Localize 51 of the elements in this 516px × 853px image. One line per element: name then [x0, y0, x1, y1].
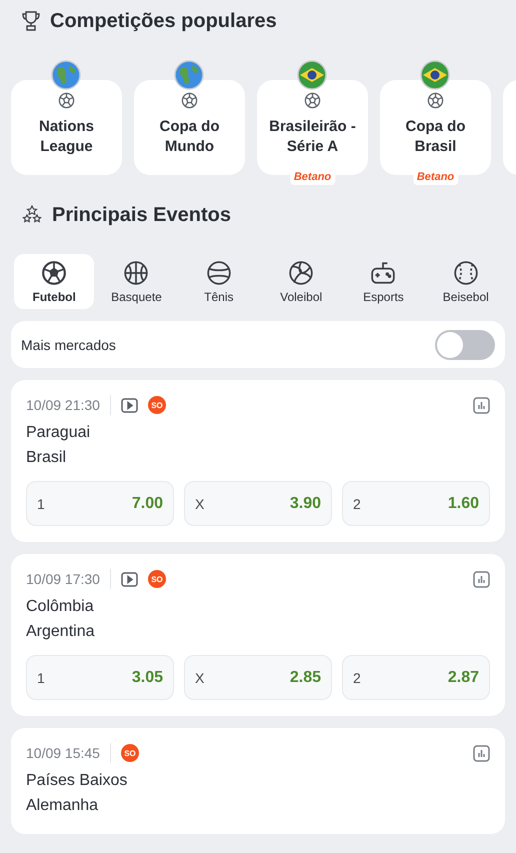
team-name: Colômbia [26, 597, 95, 617]
sport-tab[interactable]: Basquete [96, 254, 177, 309]
so-badge: SO [148, 570, 166, 588]
stats-icon[interactable] [473, 396, 490, 414]
tennis-ball-icon [206, 260, 232, 286]
competition-card[interactable]: Nations League [11, 80, 122, 175]
odds-button[interactable]: 2 2.87 [342, 655, 490, 700]
basketball-icon [123, 260, 150, 286]
competition-name: Copa do Mundo [158, 117, 220, 157]
volleyball-icon [288, 260, 314, 286]
sport-tab[interactable]: Beisebol [426, 254, 506, 309]
sport-tab[interactable]: Esports [343, 254, 424, 309]
sponsor-logo: Betano [290, 169, 336, 185]
soccer-ball-icon [304, 92, 321, 109]
odds-button[interactable]: 2 1.60 [342, 481, 490, 526]
section-title: Competições populares [50, 10, 277, 32]
soccer-ball-icon [41, 260, 68, 286]
team-name: Países Baixos [26, 771, 128, 791]
event-time: 10/09 15:45 [26, 743, 111, 763]
competition-card[interactable]: Copa do Mundo [134, 80, 245, 175]
competition-name: Copa do Brasil [404, 117, 466, 157]
so-badge: SO [120, 744, 139, 762]
odds-button[interactable]: X 2.85 [184, 655, 332, 700]
section-title: Principais Eventos [52, 204, 231, 226]
trophy-icon [22, 11, 40, 31]
competition-name: Brasileirão - Série A [268, 117, 357, 157]
stats-icon[interactable] [473, 744, 490, 762]
markets-label: Mais mercados [21, 336, 116, 352]
event-time: 10/09 17:30 [26, 569, 111, 589]
competition-name: Nations League [38, 117, 95, 157]
toggle-switch[interactable] [435, 330, 495, 360]
so-badge: SO [148, 396, 166, 414]
sponsor-logo: Betano [412, 169, 458, 185]
gamepad-icon [370, 260, 396, 286]
odds-button[interactable]: 1 7.00 [26, 481, 174, 526]
team-name: Alemanha [26, 796, 100, 816]
sport-tab[interactable]: Futebol [14, 254, 94, 309]
baseball-icon [452, 260, 479, 286]
team-name: Paraguai [26, 423, 92, 443]
soccer-ball-icon [427, 92, 444, 109]
soccer-ball-icon [58, 92, 75, 109]
soccer-ball-icon [181, 92, 198, 109]
stats-icon[interactable] [473, 570, 490, 588]
sport-tab[interactable]: Tênis [178, 254, 259, 309]
stars-icon [22, 205, 42, 225]
team-name: Brasil [26, 448, 68, 468]
odds-button[interactable]: 1 3.05 [26, 655, 174, 700]
event-time: 10/09 21:30 [26, 395, 111, 415]
sport-tab[interactable]: Voleibol [260, 254, 342, 309]
odds-button[interactable]: X 3.90 [184, 481, 332, 526]
team-name: Argentina [26, 622, 96, 642]
